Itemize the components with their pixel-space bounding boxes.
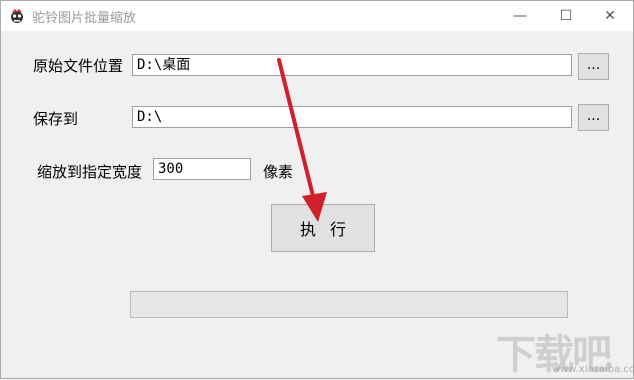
- target-width-label: 缩放到指定宽度: [37, 163, 143, 181]
- maximize-icon: ☐: [559, 8, 573, 24]
- save-to-label: 保存到: [33, 110, 79, 128]
- pixel-unit-label: 像素: [263, 163, 294, 181]
- source-path-input[interactable]: D:\桌面: [132, 54, 572, 76]
- progress-bar: [130, 291, 568, 318]
- browse-save-button[interactable]: ...: [578, 104, 609, 131]
- window-title: 驼铃图片批量缩放: [32, 11, 137, 26]
- app-logo-icon: [11, 9, 23, 23]
- minimize-button[interactable]: —: [497, 1, 543, 31]
- save-path-input[interactable]: D:\: [132, 106, 572, 128]
- minimize-icon: —: [513, 8, 527, 24]
- close-icon: ✕: [604, 8, 616, 24]
- width-input[interactable]: 300: [153, 158, 251, 180]
- close-button[interactable]: ✕: [587, 1, 633, 31]
- browse-source-button[interactable]: ...: [578, 53, 609, 80]
- title-bar[interactable]: 驼铃图片批量缩放 — ☐ ✕: [1, 1, 633, 31]
- execute-button[interactable]: 执行: [271, 204, 375, 252]
- source-location-label: 原始文件位置: [33, 57, 124, 75]
- maximize-button[interactable]: ☐: [543, 1, 589, 31]
- watermark-url: www.xiazaiba.com: [552, 364, 634, 375]
- watermark: 下载吧 www.xiazaiba.com: [496, 322, 634, 378]
